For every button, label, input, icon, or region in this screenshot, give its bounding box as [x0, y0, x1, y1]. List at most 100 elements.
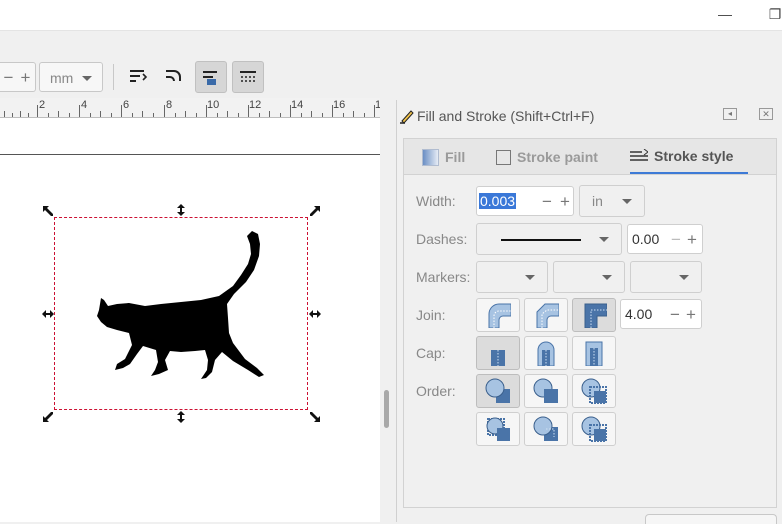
- ruler-tick: [48, 113, 49, 117]
- scale-handle-top-left[interactable]: [42, 205, 54, 217]
- ruler-tick: [343, 113, 344, 117]
- dash-offset-increment-button[interactable]: +: [684, 225, 700, 255]
- selection-bbox[interactable]: [54, 217, 308, 410]
- ruler-tick: [153, 113, 154, 117]
- miter-increment-button[interactable]: +: [683, 300, 699, 330]
- decrement-button[interactable]: −: [0, 63, 17, 91]
- dash-pattern-preview: [501, 239, 581, 241]
- ruler-tick: [259, 113, 260, 117]
- ruler-label: 16: [333, 99, 346, 111]
- tab-fill-label: Fill: [445, 149, 466, 165]
- tab-stroke-style[interactable]: Stroke style: [630, 139, 748, 175]
- ruler-tick: [185, 111, 186, 117]
- width-increment-button[interactable]: +: [557, 187, 573, 217]
- ruler-tick: [269, 111, 270, 117]
- ruler-tick: [90, 113, 91, 117]
- dash-pattern-dropdown[interactable]: [476, 223, 622, 255]
- window-titlebar: — ❐: [0, 0, 782, 31]
- miter-limit-spinbox[interactable]: 4.00 − +: [620, 299, 702, 329]
- canvas-scrollbar[interactable]: [380, 118, 394, 522]
- dashes-label: Dashes:: [416, 231, 468, 247]
- ruler-tick: [353, 111, 354, 117]
- width-unit-value: in: [592, 193, 603, 209]
- scale-stroke-button[interactable]: [122, 60, 154, 92]
- width-spinbox[interactable]: 0.003 − +: [476, 186, 574, 216]
- drawing-canvas[interactable]: [0, 118, 380, 522]
- order-fill-stroke-markers-button[interactable]: [476, 374, 520, 408]
- scale-handle-top[interactable]: [175, 204, 187, 216]
- unit-dropdown[interactable]: mm: [39, 62, 103, 92]
- width-unit-dropdown[interactable]: in: [579, 185, 645, 217]
- close-icon[interactable]: ✕: [759, 108, 773, 120]
- width-label: Width:: [416, 193, 456, 209]
- move-patterns-button[interactable]: [232, 61, 264, 93]
- dock-icon[interactable]: ◂: [723, 108, 737, 120]
- ruler-label: 4: [81, 99, 88, 111]
- dash-offset-decrement-button[interactable]: −: [668, 225, 684, 255]
- order-stroke-fill-markers-button[interactable]: [524, 374, 568, 408]
- dash-offset-input[interactable]: 0.00: [632, 231, 659, 247]
- unit-spin-control: − +: [0, 62, 36, 92]
- restore-button[interactable]: ❐: [768, 4, 782, 24]
- end-marker-dropdown[interactable]: [630, 261, 702, 293]
- dialog-footer-button[interactable]: [645, 514, 777, 524]
- scale-handle-bottom-left[interactable]: [42, 411, 54, 423]
- tab-fill[interactable]: Fill: [422, 139, 465, 175]
- ruler-tick: [196, 113, 197, 117]
- toolbar-separator: [113, 64, 114, 90]
- miter-limit-input[interactable]: 4.00: [625, 306, 652, 322]
- ruler-label: 14: [291, 99, 304, 111]
- join-miter-button[interactable]: [572, 298, 616, 332]
- paint-order-icon: [581, 416, 607, 442]
- scale-handle-left[interactable]: [42, 308, 54, 320]
- ruler-tick: [28, 113, 29, 117]
- width-decrement-button[interactable]: −: [539, 187, 555, 217]
- increment-button[interactable]: +: [17, 63, 34, 91]
- ruler-tick: [111, 113, 112, 117]
- stroke-style-panel: Width: 0.003 − + in Dashes: 0.00 − + Mar…: [403, 174, 777, 508]
- paint-order-icon: [533, 416, 558, 441]
- scale-corners-button[interactable]: [158, 60, 190, 92]
- ruler-tick: [311, 111, 312, 117]
- cap-square-button[interactable]: [572, 336, 616, 370]
- scale-handle-bottom-right[interactable]: [309, 411, 321, 423]
- tab-stroke-paint[interactable]: Stroke paint: [496, 139, 598, 175]
- scale-handle-bottom[interactable]: [175, 411, 187, 423]
- order-markers-stroke-fill-button[interactable]: [572, 412, 616, 446]
- ruler-tick: [4, 111, 5, 117]
- ruler-tick: [280, 113, 281, 117]
- move-gradients-icon: [203, 71, 217, 85]
- mid-marker-dropdown[interactable]: [553, 261, 625, 293]
- ruler-tick: [175, 113, 176, 117]
- ruler-tick: [100, 111, 101, 117]
- move-gradients-button[interactable]: [195, 61, 227, 93]
- cap-round-button[interactable]: [524, 336, 568, 370]
- stroke-paint-icon: [496, 149, 511, 165]
- order-markers-fill-stroke-button[interactable]: [476, 412, 520, 446]
- tool-controls-bar: [0, 56, 782, 98]
- start-marker-dropdown[interactable]: [476, 261, 548, 293]
- scrollbar-thumb[interactable]: [384, 390, 389, 428]
- cat-silhouette[interactable]: [55, 218, 307, 409]
- fill-stroke-dialog: Fill and Stroke (Shift+Ctrl+F) ◂ ✕ Fill …: [396, 100, 782, 524]
- order-stroke-markers-fill-button[interactable]: [524, 412, 568, 446]
- horizontal-ruler[interactable]: 2 4 6 8 10 12 14 16 18: [0, 98, 380, 118]
- join-bevel-button[interactable]: [524, 298, 568, 332]
- scale-handle-top-right[interactable]: [309, 205, 321, 217]
- tab-stroke-paint-label: Stroke paint: [517, 149, 598, 165]
- cap-butt-button[interactable]: [476, 336, 520, 370]
- order-label: Order:: [416, 383, 456, 399]
- fill-stroke-icon: [400, 110, 414, 124]
- dash-offset-spinbox[interactable]: 0.00 − +: [627, 224, 703, 254]
- ruler-tick: [301, 113, 302, 117]
- minimize-button[interactable]: —: [714, 4, 736, 24]
- join-round-button[interactable]: [476, 298, 520, 332]
- scale-handle-right[interactable]: [309, 308, 321, 320]
- ruler-tick: [142, 111, 143, 117]
- chevron-down-icon: [599, 236, 609, 242]
- paint-order-icon: [581, 378, 607, 404]
- miter-decrement-button[interactable]: −: [667, 300, 683, 330]
- order-fill-markers-stroke-button[interactable]: [572, 374, 616, 408]
- cap-square-icon: [585, 341, 603, 366]
- width-input[interactable]: 0.003: [479, 193, 517, 209]
